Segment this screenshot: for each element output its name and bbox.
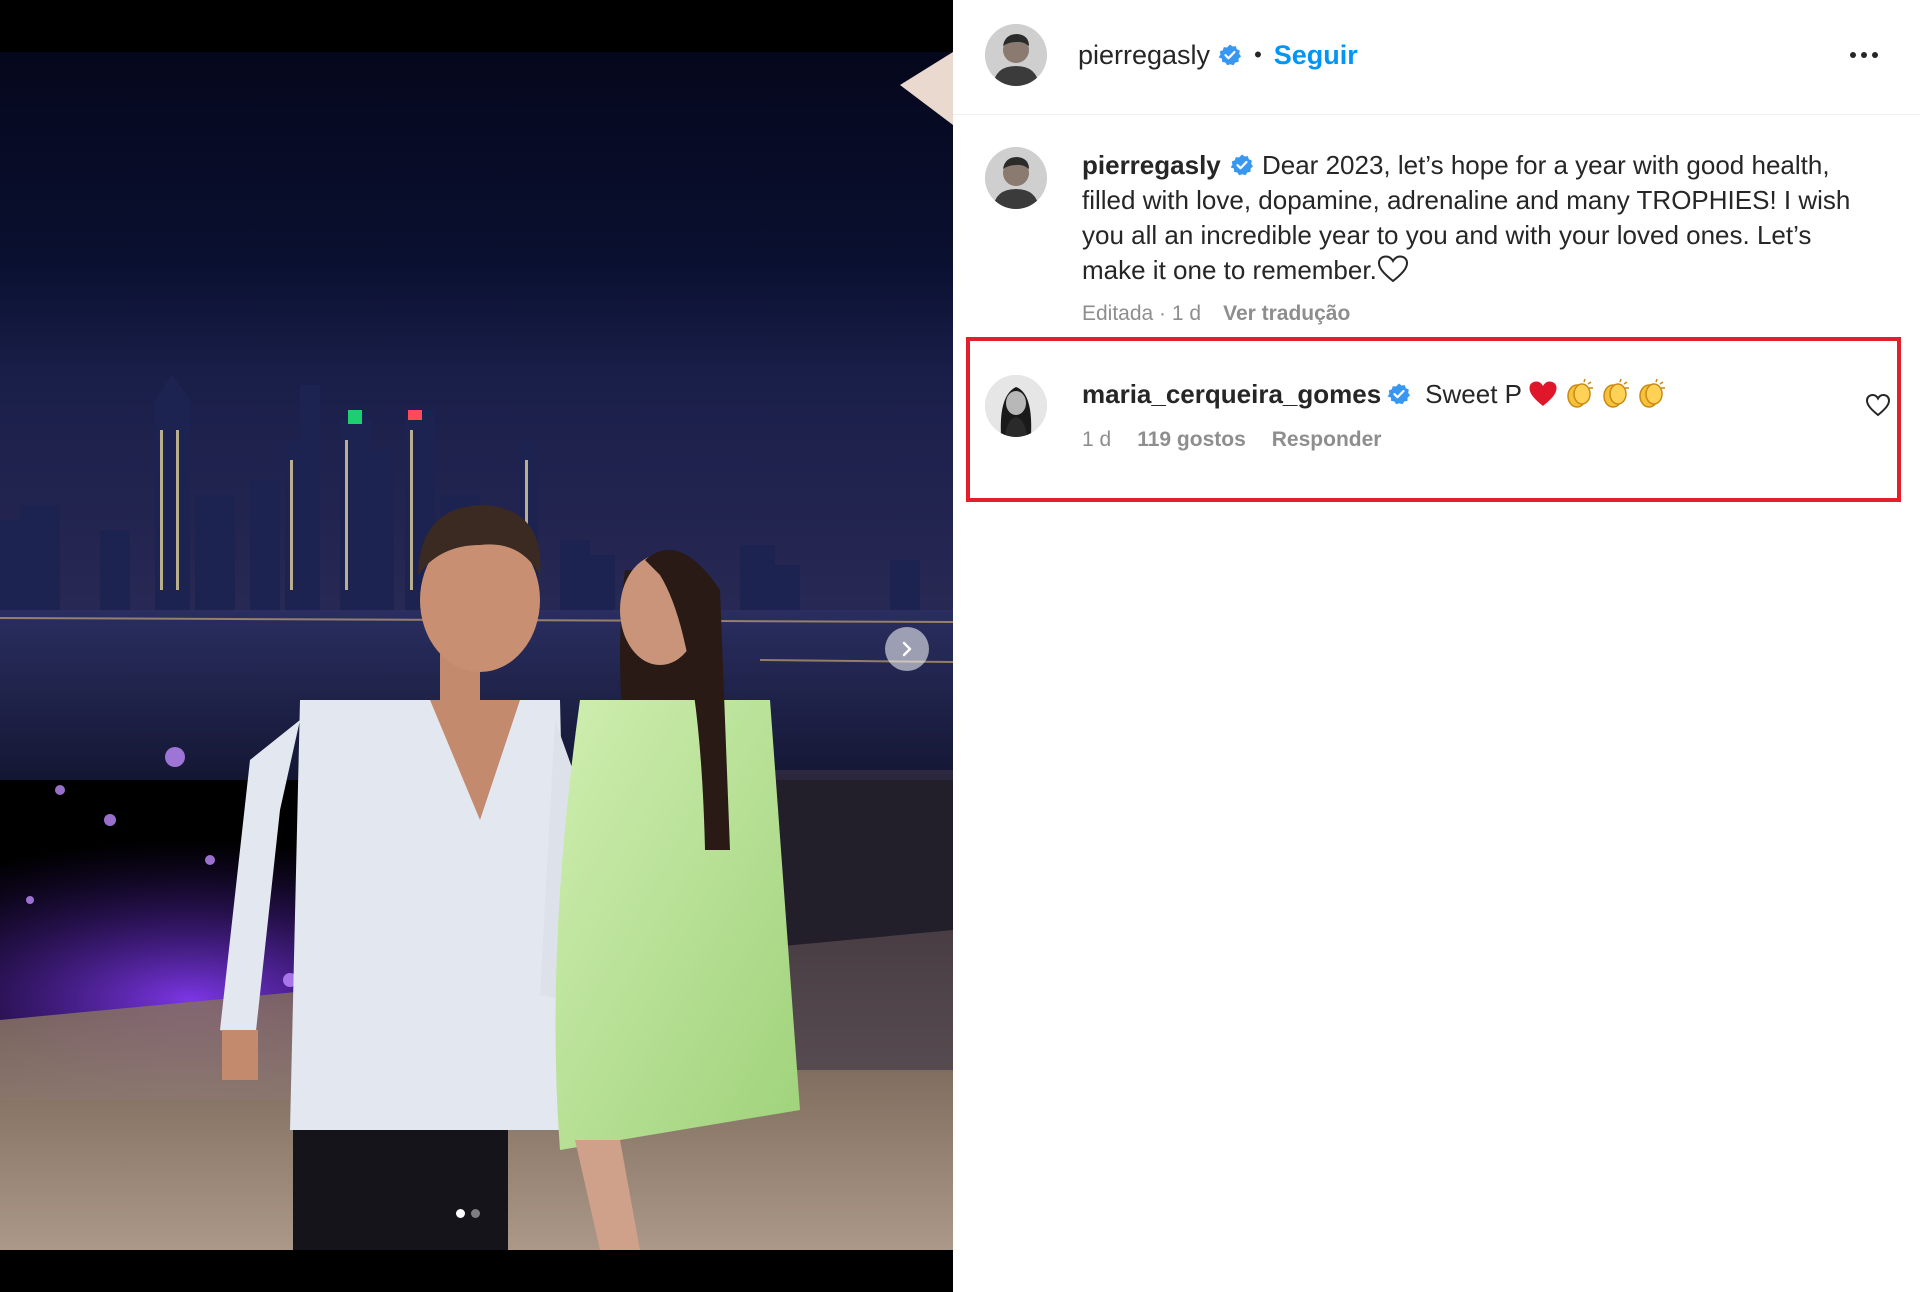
see-translation-button[interactable]: Ver tradução	[1223, 302, 1350, 326]
carousel-next-button[interactable]	[885, 627, 929, 671]
heart-outline-icon[interactable]	[1865, 392, 1891, 418]
comment-likes[interactable]: 119 gostos	[1137, 428, 1246, 452]
comment-row: maria_cerqueira_gomes Sweet P	[1082, 375, 1666, 413]
more-options-icon[interactable]	[1844, 42, 1884, 68]
clapping-hands-emoji-icon	[1639, 379, 1665, 408]
carousel-dot	[471, 1209, 480, 1218]
post-media	[0, 0, 953, 1292]
caption-meta: Editada · 1 d Ver tradução	[1082, 302, 1350, 326]
carousel-indicator	[456, 1209, 480, 1218]
post-caption: pierregasly Dear 2023, let’s hope for a …	[1082, 148, 1872, 288]
red-heart-emoji-icon	[1529, 381, 1557, 406]
post-panel: pierregasly • Seguir pierregasly Dear 20…	[953, 0, 1920, 1292]
verified-badge-icon	[1387, 383, 1411, 405]
caption-username[interactable]: pierregasly	[1082, 150, 1221, 180]
commenter-username[interactable]: maria_cerqueira_gomes	[1082, 375, 1381, 413]
header-name-row: pierregasly • Seguir	[1078, 38, 1358, 72]
verified-badge-icon	[1230, 154, 1253, 176]
avatar-image	[985, 375, 1047, 437]
follow-button[interactable]: Seguir	[1274, 40, 1358, 71]
reply-button[interactable]: Responder	[1272, 428, 1382, 452]
caption-author-avatar[interactable]	[985, 147, 1047, 209]
comment-time: 1 d	[1082, 428, 1112, 451]
avatar-image	[985, 24, 1047, 86]
post-header: pierregasly • Seguir	[953, 0, 1920, 115]
author-username[interactable]: pierregasly	[1078, 40, 1210, 71]
comment-meta: 1 d 119 gostos Responder	[1082, 428, 1381, 452]
author-avatar[interactable]	[985, 24, 1047, 86]
avatar-image	[985, 147, 1047, 209]
carousel-dot-active	[456, 1209, 465, 1218]
comment-highlight-box	[966, 337, 1901, 502]
post-photo	[0, 0, 953, 1292]
header-separator: •	[1254, 42, 1262, 67]
verified-badge-icon	[1218, 44, 1242, 66]
clapping-hands-emoji-icon	[1567, 379, 1593, 408]
caption-status: Editada · 1 d	[1082, 302, 1202, 325]
chevron-right-icon	[902, 641, 912, 657]
commenter-avatar[interactable]	[985, 375, 1047, 437]
comment-text: Sweet P	[1425, 379, 1522, 409]
white-heart-emoji-icon	[1377, 255, 1408, 283]
clapping-hands-emoji-icon	[1603, 379, 1629, 408]
